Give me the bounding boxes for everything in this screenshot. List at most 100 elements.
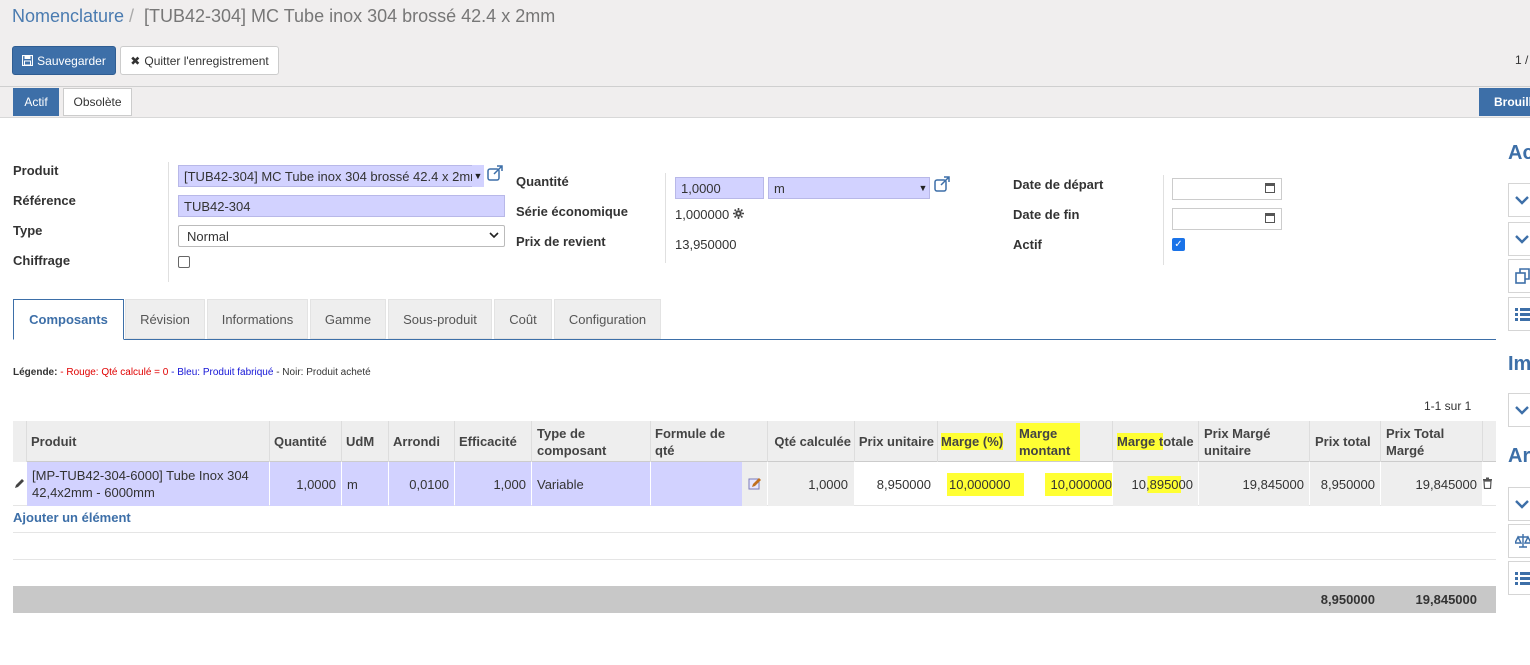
sidebar-button[interactable] bbox=[1508, 393, 1530, 427]
cell-formule[interactable] bbox=[651, 462, 742, 506]
col-qte-calculee[interactable]: Qté calculée bbox=[767, 421, 851, 462]
copy-icon bbox=[1515, 268, 1530, 284]
status-bar bbox=[0, 86, 1530, 118]
col-prix-marge-unitaire[interactable]: Prix Margé unitaire bbox=[1204, 421, 1304, 462]
col-quantite[interactable]: Quantité bbox=[270, 421, 340, 462]
uom-dropdown-caret[interactable]: ▼ bbox=[917, 177, 929, 199]
table-footer bbox=[13, 586, 1496, 613]
quit-button[interactable]: ✖ Quitter l'enregistrement bbox=[120, 46, 279, 75]
formula-edit-button[interactable] bbox=[742, 462, 767, 506]
sidebar-button[interactable] bbox=[1508, 487, 1530, 521]
calendar-icon[interactable] bbox=[1265, 213, 1275, 223]
tab-informations[interactable]: Informations bbox=[207, 299, 308, 339]
cell-prix-total-marge: 19,845000 bbox=[1381, 462, 1482, 506]
chevron-down-icon bbox=[1515, 500, 1529, 509]
col-prix-unitaire[interactable]: Prix unitaire bbox=[855, 421, 934, 462]
prix-label: Prix de revient bbox=[516, 234, 606, 249]
type-select[interactable]: Normal bbox=[178, 225, 505, 247]
reference-label: Référence bbox=[13, 193, 76, 208]
produit-value: [TUB42-304] MC Tube inox 304 brossé 42.4… bbox=[184, 168, 481, 184]
legend-blue: - Bleu: Produit fabriqué bbox=[171, 367, 274, 378]
external-link-icon[interactable] bbox=[487, 165, 503, 181]
reference-field[interactable]: TUB42-304 bbox=[178, 195, 505, 217]
serie-value: 1,000000 bbox=[675, 207, 730, 222]
col-type-composant[interactable]: Type de composant bbox=[537, 421, 647, 462]
legend-black: - Noir: Produit acheté bbox=[276, 367, 371, 378]
type-value: Normal bbox=[187, 228, 229, 244]
tab-configuration[interactable]: Configuration bbox=[554, 299, 661, 339]
col-prix-total-marge[interactable]: Prix Total Margé bbox=[1386, 421, 1480, 462]
tab-composants[interactable]: Composants bbox=[13, 299, 124, 340]
col-marge-totale[interactable]: Marge totale bbox=[1117, 421, 1197, 462]
tab-sous-produit[interactable]: Sous-produit bbox=[388, 299, 492, 339]
col-marge-pct[interactable]: Marge (%) bbox=[941, 421, 1009, 462]
cell-udm[interactable]: m bbox=[342, 462, 388, 506]
form-separator-3 bbox=[1163, 175, 1164, 265]
cell-produit[interactable]: [MP-TUB42-304-6000] Tube Inox 304 42,4x2m… bbox=[27, 462, 269, 506]
date-depart-label: Date de départ bbox=[1013, 177, 1104, 192]
chiffrage-checkbox[interactable] bbox=[178, 256, 190, 268]
pencil-icon[interactable] bbox=[14, 478, 25, 489]
record-count: 1-1 sur 1 bbox=[1424, 399, 1472, 413]
chevron-down-icon bbox=[489, 232, 499, 239]
footer-prix-total-marge: 19,845000 bbox=[1415, 592, 1477, 607]
col-marge-montant[interactable]: Marge montant bbox=[1016, 421, 1094, 462]
produit-field[interactable]: [TUB42-304] MC Tube inox 304 brossé 42.4… bbox=[178, 165, 483, 187]
save-button[interactable]: Sauvegarder bbox=[12, 46, 116, 75]
tab-revision[interactable]: Révision bbox=[125, 299, 205, 339]
save-button-label: Sauvegarder bbox=[37, 53, 106, 68]
cell-type[interactable]: Variable bbox=[532, 462, 650, 506]
state-obsolete[interactable]: Obsolète bbox=[63, 88, 132, 116]
trash-icon[interactable] bbox=[1482, 477, 1493, 489]
draft-button[interactable]: Brouillon bbox=[1479, 88, 1530, 116]
tab-cout[interactable]: Coût bbox=[494, 299, 552, 339]
pager[interactable]: 1 / bbox=[1515, 53, 1528, 67]
balance-icon bbox=[1515, 534, 1530, 548]
cell-prix-total: 8,950000 bbox=[1310, 462, 1380, 506]
uom-field[interactable]: m bbox=[768, 177, 930, 199]
list-icon bbox=[1515, 572, 1530, 585]
cell-quantite[interactable]: 1,0000 bbox=[270, 462, 341, 506]
cell-marge-pct[interactable]: 10,000000 bbox=[947, 462, 1025, 506]
serie-label: Série économique bbox=[516, 204, 628, 219]
col-formule[interactable]: Formule de qté bbox=[655, 421, 755, 462]
sidebar-button[interactable] bbox=[1508, 222, 1530, 256]
sidebar-heading-actions: Ac bbox=[1508, 142, 1530, 164]
col-prix-total[interactable]: Prix total bbox=[1315, 421, 1377, 462]
legend-red: - Rouge: Qté calculé = 0 bbox=[60, 367, 169, 378]
external-link-icon[interactable] bbox=[934, 176, 950, 192]
sidebar-button[interactable] bbox=[1508, 297, 1530, 331]
sidebar-button[interactable] bbox=[1508, 183, 1530, 217]
cell-efficacite[interactable]: 1,000 bbox=[455, 462, 531, 506]
chevron-down-icon bbox=[1515, 196, 1529, 205]
cell-qte-calculee: 1,0000 bbox=[768, 462, 854, 506]
legend: Légende: - Rouge: Qté calculé = 0 - Bleu… bbox=[13, 367, 371, 378]
cell-prix-unitaire[interactable]: 8,950000 bbox=[855, 462, 937, 506]
tab-gamme[interactable]: Gamme bbox=[310, 299, 386, 339]
calendar-icon[interactable] bbox=[1265, 183, 1275, 193]
close-icon: ✖ bbox=[130, 53, 141, 68]
col-arrondi[interactable]: Arrondi bbox=[393, 421, 449, 462]
sidebar-button[interactable] bbox=[1508, 259, 1530, 293]
quantite-field[interactable]: 1,0000 bbox=[675, 177, 764, 199]
breadcrumb-root[interactable]: Nomenclature bbox=[12, 6, 124, 27]
col-produit[interactable]: Produit bbox=[31, 421, 266, 462]
empty-row-divider bbox=[13, 532, 1496, 533]
add-line-link[interactable]: Ajouter un élément bbox=[13, 510, 131, 525]
tabs-line bbox=[13, 339, 1496, 340]
form-separator bbox=[168, 162, 169, 282]
sidebar-button[interactable] bbox=[1508, 524, 1530, 558]
legend-prefix: Légende: bbox=[13, 367, 58, 378]
produit-dropdown-caret[interactable]: ▼ bbox=[472, 165, 484, 187]
reference-value: TUB42-304 bbox=[184, 198, 251, 214]
col-udm[interactable]: UdM bbox=[346, 421, 386, 462]
type-label: Type bbox=[13, 223, 43, 238]
actif-checkbox[interactable]: ✓ bbox=[1172, 238, 1185, 251]
gear-icon[interactable] bbox=[733, 208, 744, 219]
cell-marge-montant[interactable]: 10,000000 bbox=[1040, 462, 1112, 506]
cell-marge-totale: 10,895000 bbox=[1113, 462, 1198, 506]
col-efficacite[interactable]: Efficacité bbox=[459, 421, 529, 462]
state-actif[interactable]: Actif bbox=[13, 88, 59, 116]
sidebar-button[interactable] bbox=[1508, 561, 1530, 595]
cell-arrondi[interactable]: 0,0100 bbox=[389, 462, 454, 506]
